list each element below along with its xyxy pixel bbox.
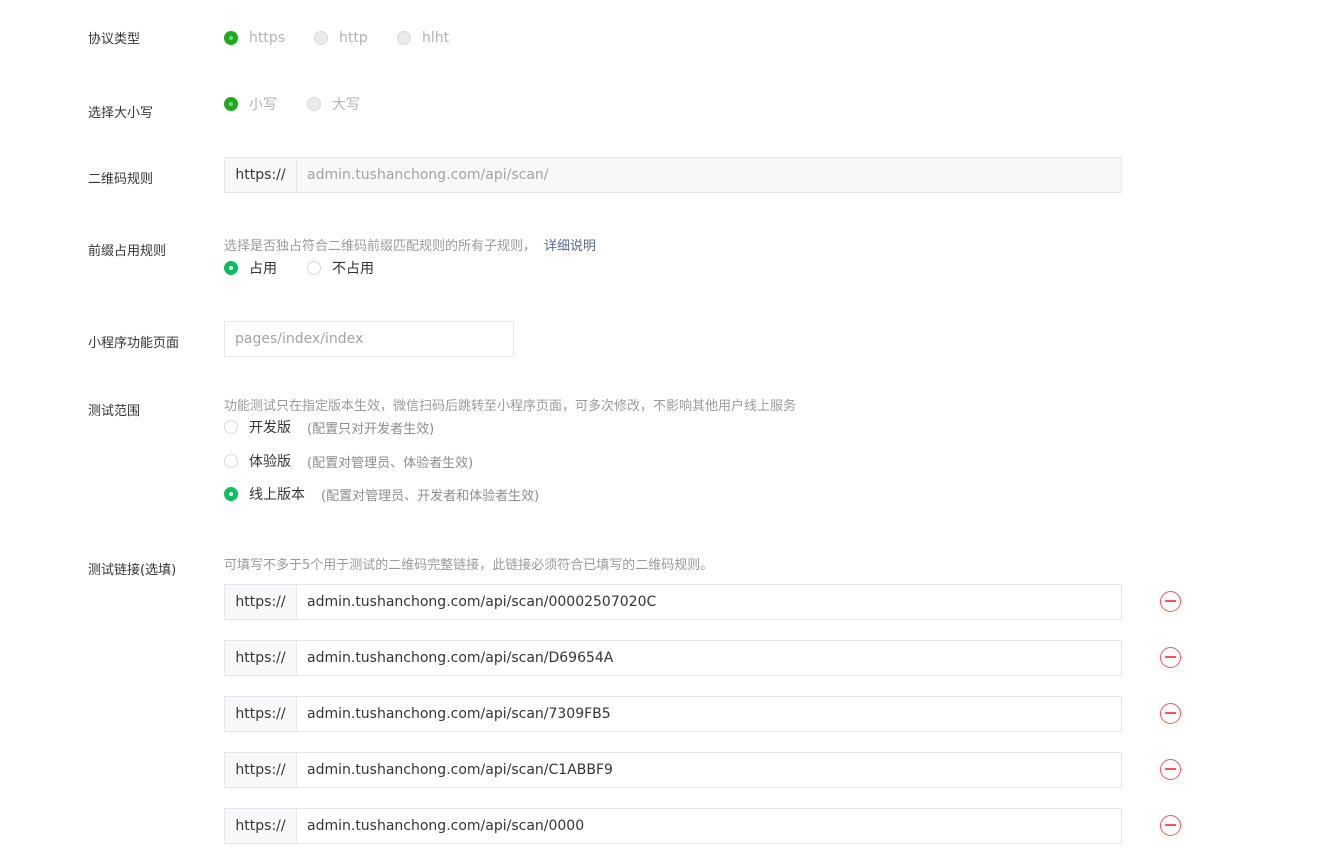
mini-page-label: 小程序功能页面 — [88, 336, 180, 351]
scope-option-label: 开发版 — [249, 420, 291, 436]
prefix-occupy-hint: 选择是否独占符合二维码前缀匹配规则的所有子规则， 详细说明 — [224, 235, 596, 254]
protocol-radio-hlht[interactable]: hlht — [397, 28, 449, 48]
qr-rule-label: 二维码规则 — [88, 172, 154, 187]
prefix-occupy-label: 前缀占用规则 — [88, 244, 167, 259]
url-prefix: https:// — [225, 158, 297, 192]
test-link-value: admin.tushanchong.com/api/scan/C1ABBF9 — [307, 762, 613, 778]
mini-page-input[interactable]: pages/index/index — [224, 321, 514, 357]
radio-unchecked-icon — [224, 454, 238, 468]
occupy-option-label: 占用 — [249, 261, 277, 277]
scope-option-note: (配置只对开发者生效) — [307, 421, 435, 437]
case-label: 选择大小写 — [88, 106, 154, 121]
remove-link-button[interactable] — [1160, 591, 1181, 612]
radio-unchecked-icon — [397, 31, 411, 45]
scope-radio-release[interactable]: 线上版本 (配置对管理员、开发者和体验者生效) — [224, 484, 539, 504]
test-link-field[interactable]: https:// admin.tushanchong.com/api/scan/… — [224, 696, 1122, 732]
test-scope-hint: 功能测试只在指定版本生效，微信扫码后跳转至小程序页面，可多次修改，不影响其他用户… — [224, 399, 797, 414]
protocol-option-label: http — [339, 30, 368, 46]
detail-link[interactable]: 详细说明 — [544, 239, 596, 254]
mini-page-placeholder: pages/index/index — [235, 331, 364, 347]
qr-rule-value: admin.tushanchong.com/api/scan/ — [307, 167, 549, 183]
radio-checked-icon — [224, 261, 238, 275]
qr-rule-field[interactable]: https:// admin.tushanchong.com/api/scan/ — [224, 157, 1122, 193]
scope-option-note: (配置对管理员、体验者生效) — [307, 455, 474, 471]
case-option-label: 小写 — [249, 97, 277, 113]
scope-radio-dev[interactable]: 开发版 (配置只对开发者生效) — [224, 417, 434, 437]
radio-checked-icon — [224, 31, 238, 45]
protocol-label: 协议类型 — [88, 32, 141, 47]
test-link-field[interactable]: https:// admin.tushanchong.com/api/scan/… — [224, 808, 1122, 844]
scope-option-note: (配置对管理员、开发者和体验者生效) — [321, 488, 540, 504]
protocol-radio-https[interactable]: https — [224, 28, 285, 48]
test-link-value: admin.tushanchong.com/api/scan/7309FB5 — [307, 706, 611, 722]
case-option-label: 大写 — [332, 97, 360, 113]
scope-option-label: 线上版本 — [249, 487, 305, 503]
url-prefix: https:// — [225, 585, 297, 619]
radio-checked-icon — [224, 487, 238, 501]
radio-unchecked-icon — [314, 31, 328, 45]
scope-option-label: 体验版 — [249, 454, 291, 470]
test-link-field[interactable]: https:// admin.tushanchong.com/api/scan/… — [224, 584, 1122, 620]
case-radio-lower[interactable]: 小写 — [224, 94, 277, 114]
protocol-option-label: https — [249, 30, 286, 46]
occupy-radio-no[interactable]: 不占用 — [307, 258, 374, 278]
occupy-option-label: 不占用 — [332, 261, 374, 277]
test-link-value: admin.tushanchong.com/api/scan/D69654A — [307, 650, 614, 666]
url-prefix: https:// — [225, 641, 297, 675]
url-prefix: https:// — [225, 809, 297, 843]
test-link-field[interactable]: https:// admin.tushanchong.com/api/scan/… — [224, 752, 1122, 788]
test-scope-label: 测试范围 — [88, 404, 141, 419]
radio-unchecked-icon — [307, 97, 321, 111]
test-link-field[interactable]: https:// admin.tushanchong.com/api/scan/… — [224, 640, 1122, 676]
test-links-label: 测试链接(选填) — [88, 563, 177, 578]
remove-link-button[interactable] — [1160, 815, 1181, 836]
test-link-value: admin.tushanchong.com/api/scan/0000 — [307, 818, 585, 834]
radio-checked-icon — [224, 97, 238, 111]
protocol-option-label: hlht — [422, 30, 450, 46]
occupy-radio-yes[interactable]: 占用 — [224, 258, 277, 278]
case-radio-upper[interactable]: 大写 — [307, 94, 360, 114]
remove-link-button[interactable] — [1160, 647, 1181, 668]
remove-link-button[interactable] — [1160, 759, 1181, 780]
radio-unchecked-icon — [224, 420, 238, 434]
radio-unchecked-icon — [307, 261, 321, 275]
url-prefix: https:// — [225, 753, 297, 787]
remove-link-button[interactable] — [1160, 703, 1181, 724]
scope-radio-trial[interactable]: 体验版 (配置对管理员、体验者生效) — [224, 451, 473, 471]
test-links-hint: 可填写不多于5个用于测试的二维码完整链接，此链接必须符合已填写的二维码规则。 — [224, 558, 714, 573]
prefix-occupy-hint-text: 选择是否独占符合二维码前缀匹配规则的所有子规则， — [224, 239, 537, 254]
url-prefix: https:// — [225, 697, 297, 731]
protocol-radio-http[interactable]: http — [314, 28, 368, 48]
test-link-value: admin.tushanchong.com/api/scan/000025070… — [307, 594, 657, 610]
